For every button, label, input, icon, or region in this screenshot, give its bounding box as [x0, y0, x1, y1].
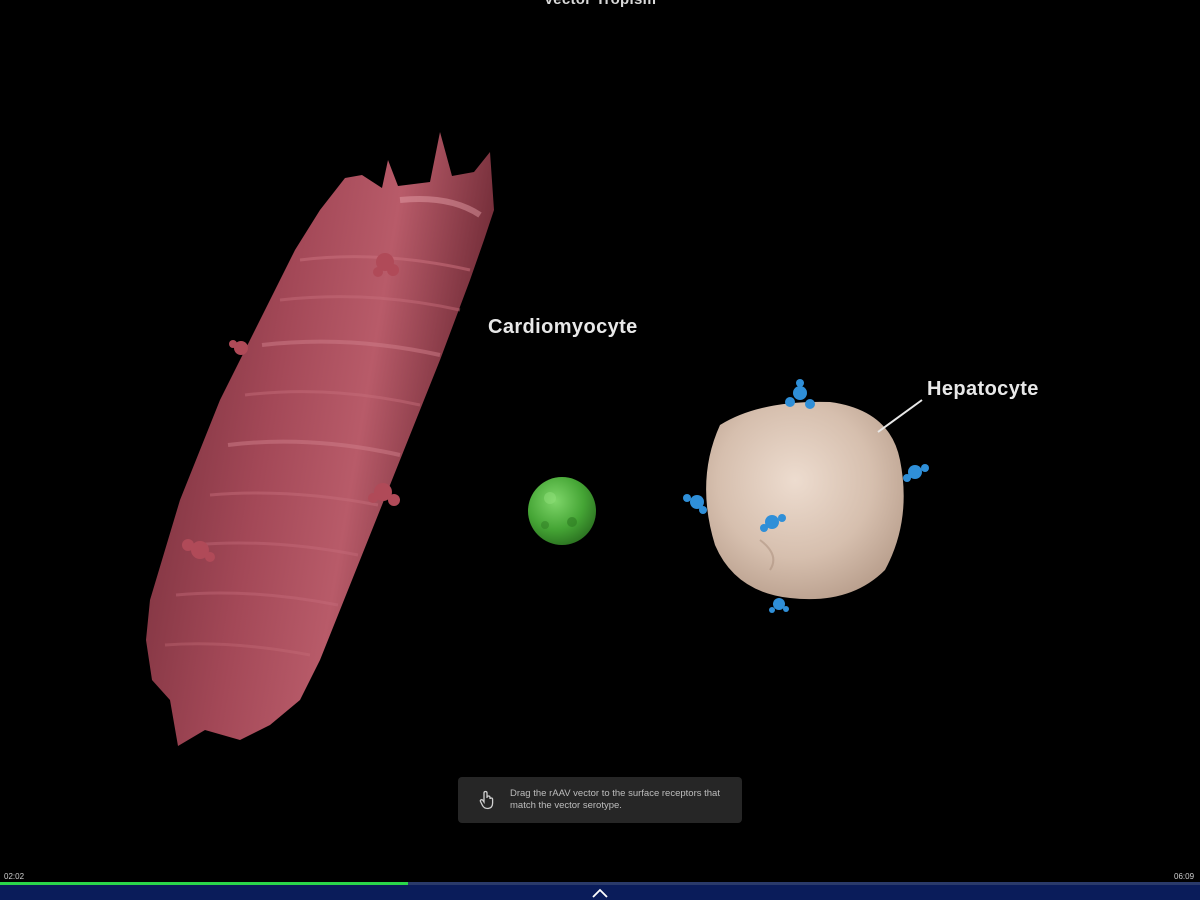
hepatocyte-pointer-line [877, 399, 923, 433]
cell-scene [146, 132, 929, 746]
chevron-up-icon [592, 888, 608, 898]
cardiomyocyte-label: Cardiomyocyte [488, 316, 638, 338]
expand-button[interactable] [586, 885, 614, 900]
elapsed-time: 02:02 [4, 872, 25, 881]
raav-vector[interactable] [528, 477, 596, 545]
hepatocyte-label: Hepatocyte [927, 378, 1039, 400]
total-duration: 06:09 [1174, 872, 1195, 881]
tropism-stage: Vector Tropism [0, 0, 1200, 900]
cardiomyocyte-cell[interactable] [146, 132, 494, 746]
hint-text: Drag the rAAV vector to the surface rece… [510, 788, 720, 811]
player-bottom-bar [0, 885, 1200, 900]
hepatocyte-cell[interactable] [706, 401, 904, 600]
pointer-hand-icon [476, 789, 498, 811]
instruction-hint: Drag the rAAV vector to the surface rece… [458, 777, 742, 823]
